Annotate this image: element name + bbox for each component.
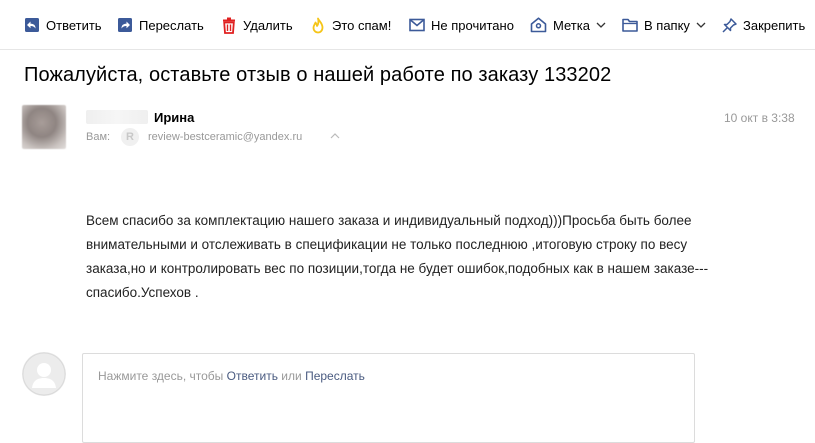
chevron-down-icon [596, 22, 606, 28]
forward-label: Переслать [139, 17, 204, 33]
reply-hint: Нажмите здесь, чтобы Ответить или Пересл… [98, 369, 365, 383]
body-line: заказа,но и контролировать вес по позици… [86, 261, 709, 276]
recipient-avatar: R [121, 128, 139, 146]
pin-button[interactable]: Закрепить [722, 14, 805, 36]
recipient-label: Вам: [86, 131, 111, 143]
folder-icon [622, 18, 638, 32]
body-line: Всем спасибо за комплектацию нашего зака… [86, 213, 692, 228]
reply-button[interactable]: Ответить [24, 14, 102, 36]
reply-icon [25, 18, 39, 32]
spam-button[interactable]: Это спам! [310, 14, 391, 36]
message-date: 10 окт в 3:38 [724, 111, 795, 125]
sender-name[interactable]: Ирина [154, 110, 194, 125]
envelope-icon [409, 18, 425, 32]
trash-icon [223, 17, 235, 34]
reply-label: Ответить [46, 17, 102, 33]
reply-hint-or: или [281, 369, 302, 383]
body-line: внимательными и отслеживать в спецификац… [86, 237, 688, 252]
forward-button[interactable]: Переслать [117, 14, 204, 36]
forward-icon [118, 18, 132, 32]
quick-reply-box[interactable]: Нажмите здесь, чтобы Ответить или Пересл… [82, 353, 695, 443]
sender-avatar[interactable] [22, 105, 66, 149]
spam-label: Это спам! [332, 17, 392, 33]
user-avatar [22, 352, 66, 396]
body-line: спасибо.Успехов . [86, 285, 199, 300]
message-subject: Пожалуйста, оставьте отзыв о нашей работ… [24, 64, 612, 86]
pin-icon [722, 17, 737, 33]
move-to-folder-button[interactable]: В папку [622, 14, 706, 36]
mark-unread-button[interactable]: Не прочитано [409, 14, 514, 36]
folder-label: В папку [644, 17, 690, 33]
label-label: Метка [553, 17, 590, 33]
message-body: Всем спасибо за комплектацию нашего зака… [86, 209, 786, 305]
delete-label: Удалить [243, 17, 293, 33]
tag-icon [530, 17, 547, 33]
user-silhouette-icon [22, 352, 66, 396]
chevron-down-icon [696, 22, 706, 28]
thumb-down-icon [312, 17, 324, 33]
chevron-up-icon[interactable] [330, 133, 340, 139]
unread-label: Не прочитано [431, 17, 514, 33]
reply-link[interactable]: Ответить [227, 369, 278, 383]
reply-hint-text: Нажмите здесь, чтобы [98, 369, 224, 383]
sender-name-redacted [86, 110, 148, 124]
forward-link[interactable]: Переслать [305, 369, 365, 383]
pin-label: Закрепить [743, 17, 806, 33]
message-toolbar: Ответить Переслать Удалить Это спам! Не … [0, 0, 815, 50]
delete-button[interactable]: Удалить [221, 14, 293, 36]
recipient-email[interactable]: review-bestceramic@yandex.ru [148, 131, 302, 143]
label-button[interactable]: Метка [530, 14, 606, 36]
